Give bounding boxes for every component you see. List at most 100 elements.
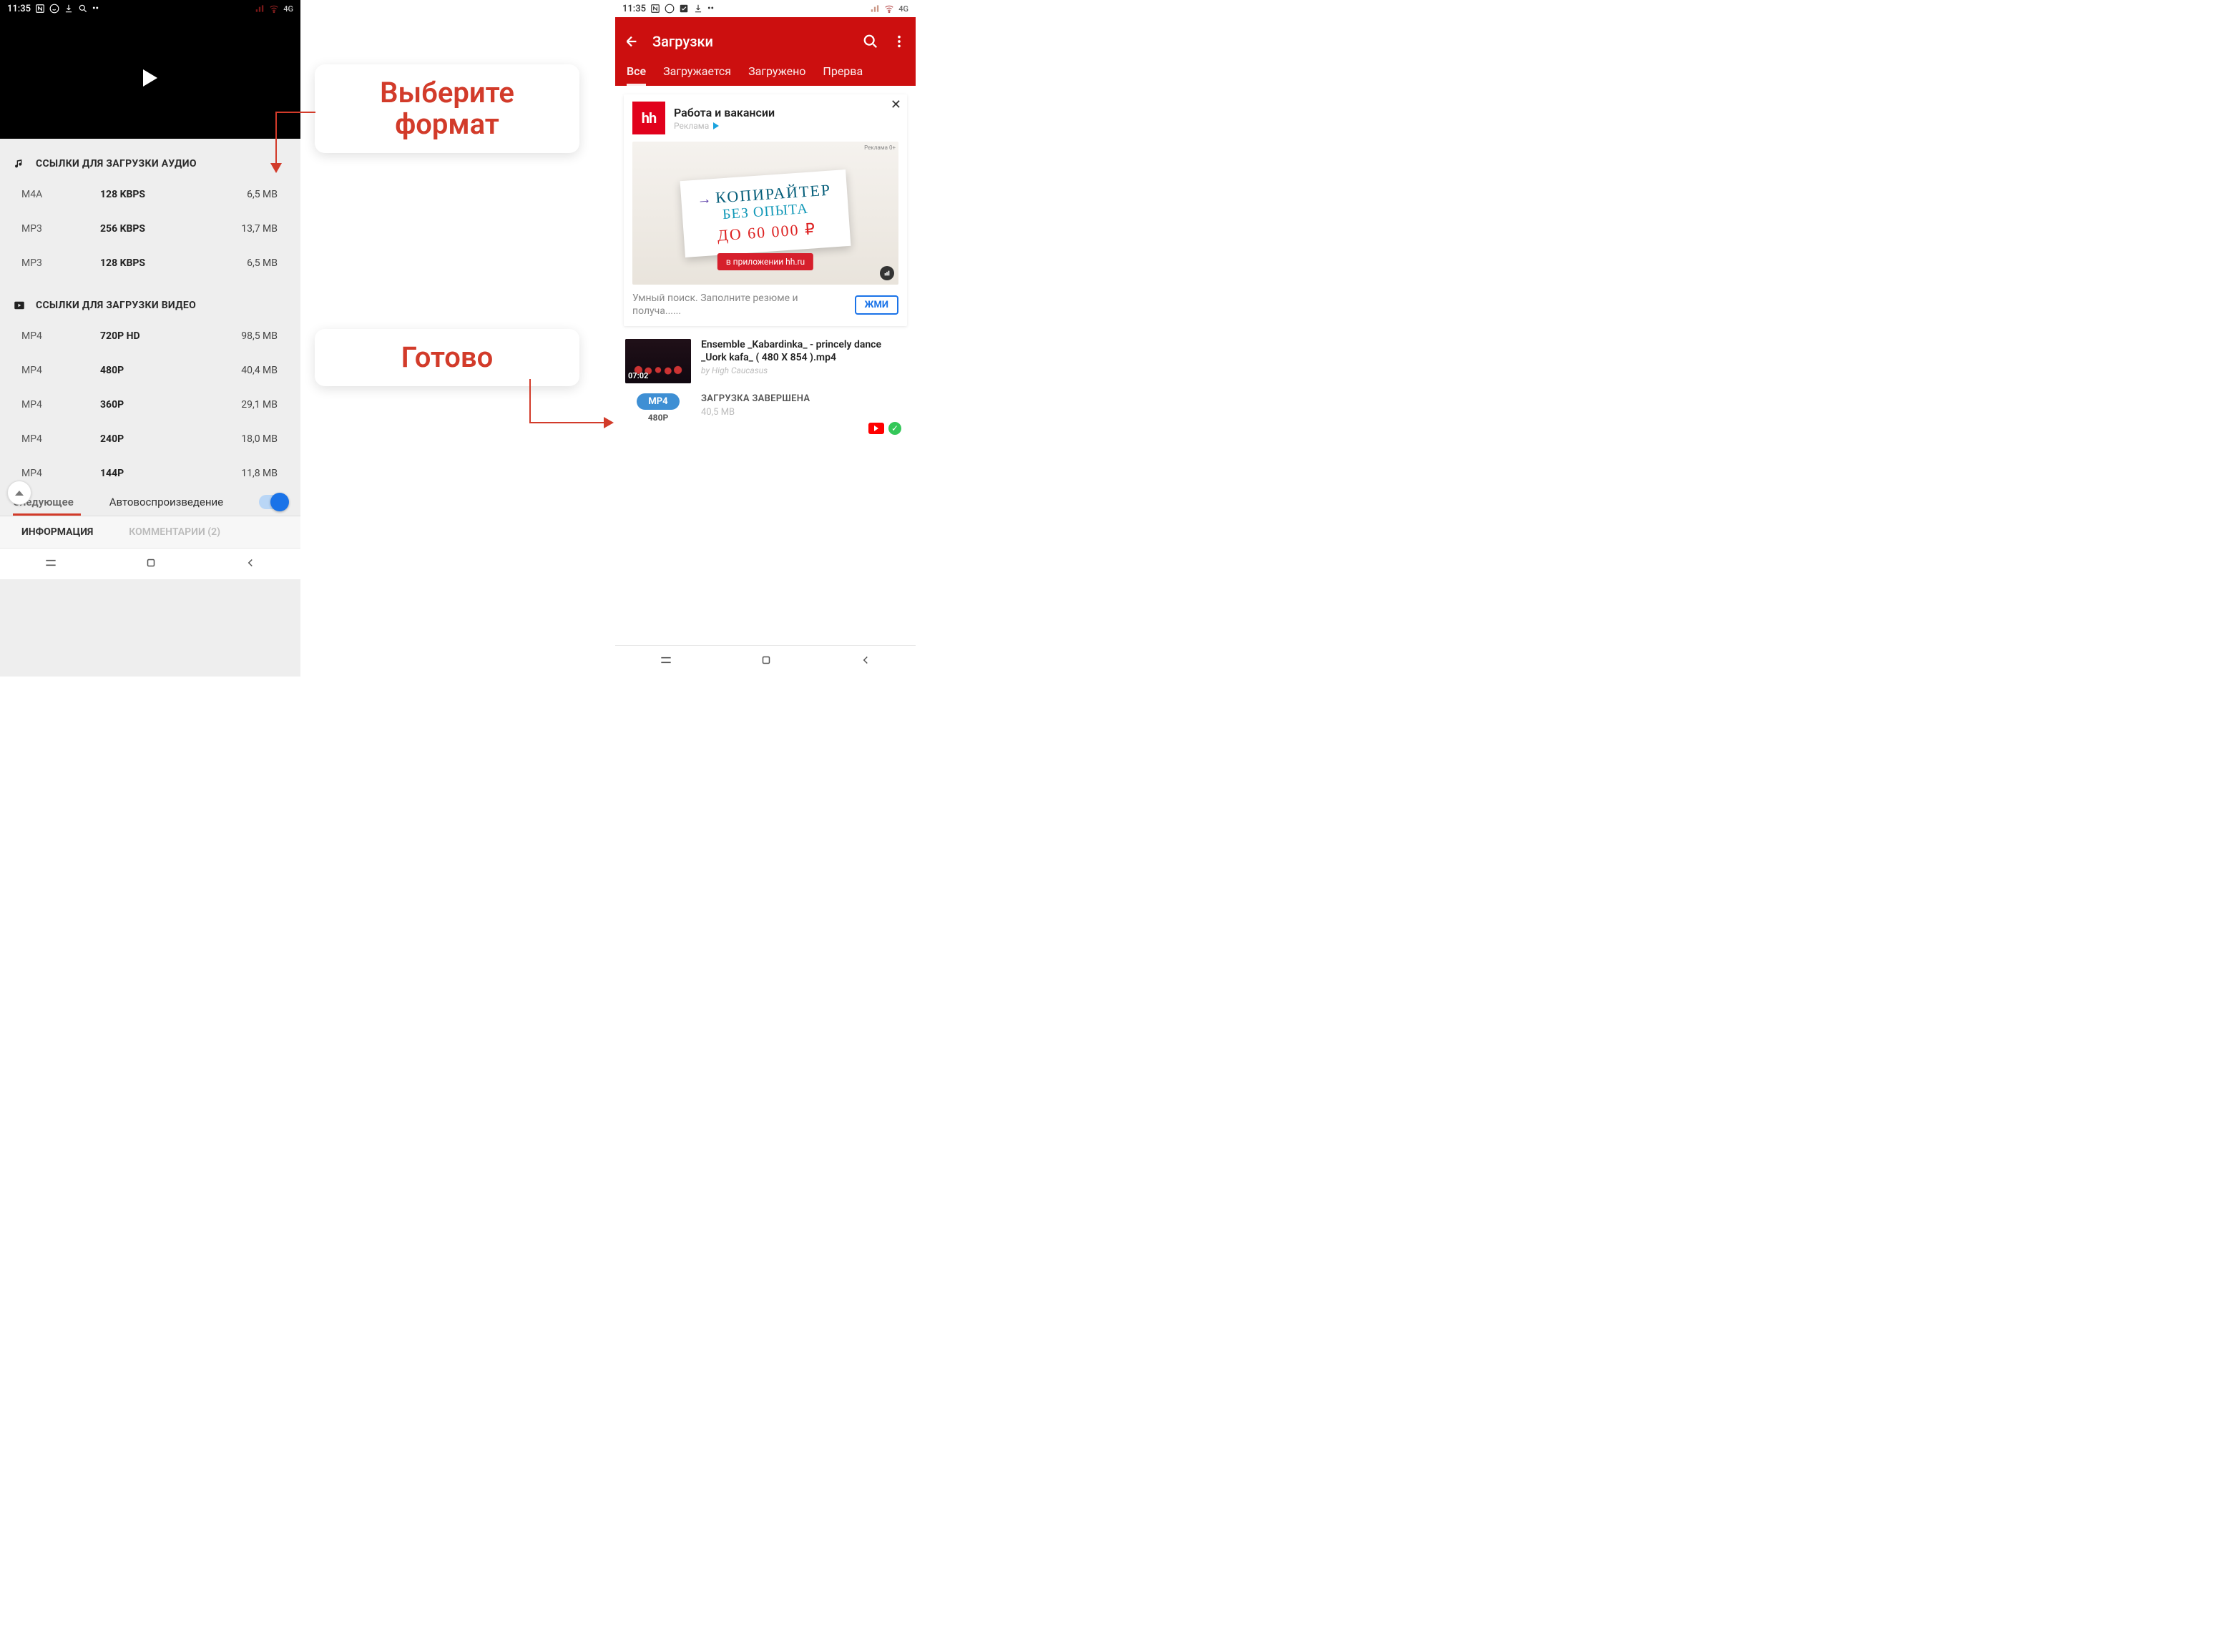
ad-cta-button[interactable]: ЖМИ <box>855 295 898 315</box>
statusbar-net: 4G <box>898 4 908 14</box>
download-icon <box>64 4 74 14</box>
tab-comments[interactable]: КОММЕНТАРИИ (2) <box>129 526 220 538</box>
youtube-badge-icon[interactable] <box>868 423 884 434</box>
arrow-segment <box>529 379 531 422</box>
more-dots: •• <box>707 4 714 14</box>
toggle-knob <box>270 493 289 511</box>
quality-label: 128 KBPS <box>100 189 215 200</box>
android-navbar-right <box>615 645 916 677</box>
format-label: M4A <box>21 189 100 200</box>
left-phone: 11:35 •• 4G ССЫЛКИ ДЛЯ ЗАГРУЗКИ АУДИО M4… <box>0 0 300 677</box>
size-label: 11,8 MB <box>215 468 286 479</box>
callout-line2: формат <box>345 109 549 140</box>
check-badge-icon: ✓ <box>888 422 901 435</box>
ad-disclaimer: Реклама 0+ <box>864 144 896 151</box>
next-autoplay-bar: Следующее Автовоспроизведение <box>0 491 300 513</box>
back-icon[interactable] <box>859 654 872 669</box>
statusbar-right: 11:35 •• 4G <box>615 0 916 17</box>
arrow-segment <box>275 112 315 113</box>
quality-label: 256 KBPS <box>100 223 215 235</box>
audio-links-header: ССЫЛКИ ДЛЯ ЗАГРУЗКИ АУДИО <box>0 139 300 177</box>
checkbox-icon <box>679 4 689 14</box>
back-arrow-icon[interactable] <box>624 34 640 49</box>
size-label: 40,4 MB <box>215 365 286 376</box>
autoplay-label: Автовоспроизведение <box>109 496 223 508</box>
ad-play-icon <box>713 122 719 129</box>
ad-sublabel: Реклама <box>674 121 709 131</box>
whatsapp-icon <box>49 4 59 14</box>
callout-done: Готово <box>315 329 579 386</box>
downloads-header: Загрузки Все Загружается Загружено Прерв… <box>615 17 916 86</box>
search-icon <box>78 4 88 14</box>
video-link-row[interactable]: MP4 144P 11,8 MB <box>0 456 300 491</box>
ad-paper: →КОПИРАЙТЕР БЕЗ ОПЫТА ДО 60 000 ₽ <box>680 169 851 257</box>
quality-label: 128 KBPS <box>100 257 215 269</box>
video-links-title: ССЫЛКИ ДЛЯ ЗАГРУЗКИ ВИДЕО <box>36 300 196 311</box>
audio-link-row[interactable]: M4A 128 KBPS 6,5 MB <box>0 177 300 212</box>
download-item[interactable]: 07:02 Ensemble _Kabardinka_ - princely d… <box>615 335 916 388</box>
format-label: MP4 <box>21 468 100 479</box>
size-label: 18,0 MB <box>215 433 286 445</box>
audio-link-row[interactable]: MP3 256 KBPS 13,7 MB <box>0 212 300 246</box>
video-duration: 07:02 <box>628 371 648 380</box>
tab-info[interactable]: ИНФОРМАЦИЯ <box>21 526 93 538</box>
home-icon[interactable] <box>760 654 773 669</box>
search-icon[interactable] <box>863 34 878 49</box>
home-icon[interactable] <box>144 556 157 572</box>
statusbar-net: 4G <box>283 4 293 14</box>
ad-banner[interactable]: Реклама 0+ →КОПИРАЙТЕР БЕЗ ОПЫТА ДО 60 0… <box>632 142 898 285</box>
video-link-row[interactable]: MP4 480P 40,4 MB <box>0 353 300 388</box>
wifi-icon <box>269 4 279 14</box>
signal-icon <box>255 4 265 14</box>
nfc-icon <box>650 4 660 14</box>
ad-close-icon[interactable]: ✕ <box>891 97 901 112</box>
recent-apps-icon[interactable] <box>659 653 673 670</box>
download-size: 40,5 MB <box>701 407 906 418</box>
download-tabs: Все Загружается Загружено Прерва <box>624 57 907 86</box>
tab-loaded[interactable]: Загружено <box>748 64 805 79</box>
arrow-segment <box>275 112 277 164</box>
scroll-up-button[interactable] <box>7 481 31 505</box>
more-vert-icon[interactable] <box>891 34 907 49</box>
video-link-row[interactable]: MP4 720P HD 98,5 MB <box>0 319 300 353</box>
size-label: 29,1 MB <box>215 399 286 410</box>
autoplay-toggle[interactable] <box>259 495 288 509</box>
video-link-row[interactable]: MP4 360P 29,1 MB <box>0 388 300 422</box>
arrow-segment <box>529 422 605 423</box>
recent-apps-icon[interactable] <box>44 556 58 573</box>
quality-label: 144P <box>100 468 215 479</box>
ad-description: Умный поиск. Заполните резюме и получа..… <box>632 292 848 318</box>
audio-link-row[interactable]: MP3 128 KBPS 6,5 MB <box>0 246 300 280</box>
tab-loading[interactable]: Загружается <box>663 64 731 79</box>
arrow-head-icon <box>270 163 282 173</box>
download-icon <box>693 4 703 14</box>
download-resolution: 480P <box>648 413 668 423</box>
callout-line1: Выберите <box>345 77 549 109</box>
music-note-icon <box>13 157 26 170</box>
video-link-row[interactable]: MP4 240P 18,0 MB <box>0 422 300 456</box>
quality-label: 720P HD <box>100 330 215 342</box>
android-navbar-left <box>0 548 300 579</box>
ad-info-icon[interactable] <box>880 266 894 280</box>
video-player[interactable] <box>0 17 300 139</box>
tab-all[interactable]: Все <box>627 64 646 86</box>
quality-label: 360P <box>100 399 215 410</box>
callout-choose-format: Выберите формат <box>315 64 579 153</box>
format-label: MP3 <box>21 257 100 269</box>
download-title: Ensemble _Kabardinka_ - princely dance _… <box>701 339 906 364</box>
size-label: 6,5 MB <box>215 189 286 200</box>
size-label: 6,5 MB <box>215 257 286 269</box>
format-label: MP3 <box>21 223 100 235</box>
whatsapp-icon <box>665 4 675 14</box>
back-icon[interactable] <box>244 556 257 572</box>
chevron-up-icon <box>15 491 24 496</box>
format-label: MP4 <box>21 365 100 376</box>
ad-title: Работа и вакансии <box>674 106 775 119</box>
video-links-header: ССЫЛКИ ДЛЯ ЗАГРУЗКИ ВИДЕО <box>0 280 300 319</box>
tab-aborted[interactable]: Прерва <box>823 64 863 79</box>
nfc-icon <box>35 4 45 14</box>
download-thumbnail: 07:02 <box>625 339 691 383</box>
audio-links-title: ССЫЛКИ ДЛЯ ЗАГРУЗКИ АУДИО <box>36 158 197 169</box>
download-author: by High Caucasus <box>701 365 906 375</box>
size-label: 98,5 MB <box>215 330 286 342</box>
